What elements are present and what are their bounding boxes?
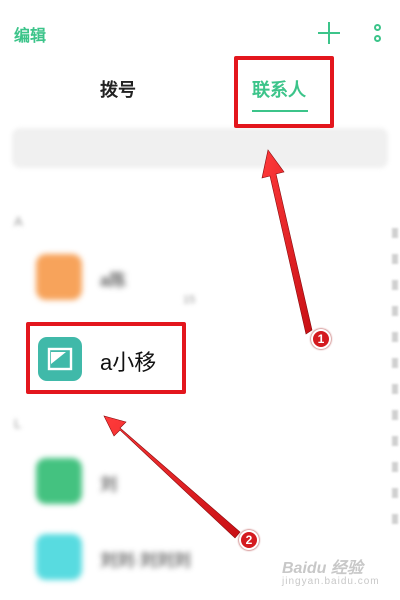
contact-row[interactable]: 刘 <box>0 450 400 520</box>
watermark-logo: Baidu 经验 jingyan.baidu.com <box>282 560 380 587</box>
side-hint: 15 <box>183 294 196 306</box>
alphabet-index-strip[interactable] <box>392 228 400 568</box>
contact-name-blurred: 刘刘·刘刘刘 <box>100 551 191 570</box>
annotation-box-contact <box>26 322 186 394</box>
edit-button[interactable]: 编辑 <box>14 22 46 46</box>
top-bar: 编辑 <box>0 0 400 64</box>
contact-avatar <box>36 254 82 300</box>
contact-name-blurred: 刘 <box>100 475 117 494</box>
annotation-badge-2: 2 <box>239 530 259 550</box>
contact-row[interactable]: a陈 <box>0 246 400 316</box>
tab-dial[interactable]: 拨号 <box>100 76 136 102</box>
annotation-box-contacts-tab <box>234 56 334 128</box>
section-index-letter: A <box>14 214 23 229</box>
search-bar[interactable] <box>12 128 388 168</box>
section-index-letter: L <box>14 416 22 431</box>
contact-avatar <box>36 534 82 580</box>
annotation-badge-1: 1 <box>311 329 331 349</box>
contact-name-blurred: a陈 <box>100 271 127 290</box>
more-vertical-icon[interactable] <box>374 24 382 42</box>
contact-avatar <box>36 458 82 504</box>
plus-icon[interactable] <box>318 22 340 44</box>
